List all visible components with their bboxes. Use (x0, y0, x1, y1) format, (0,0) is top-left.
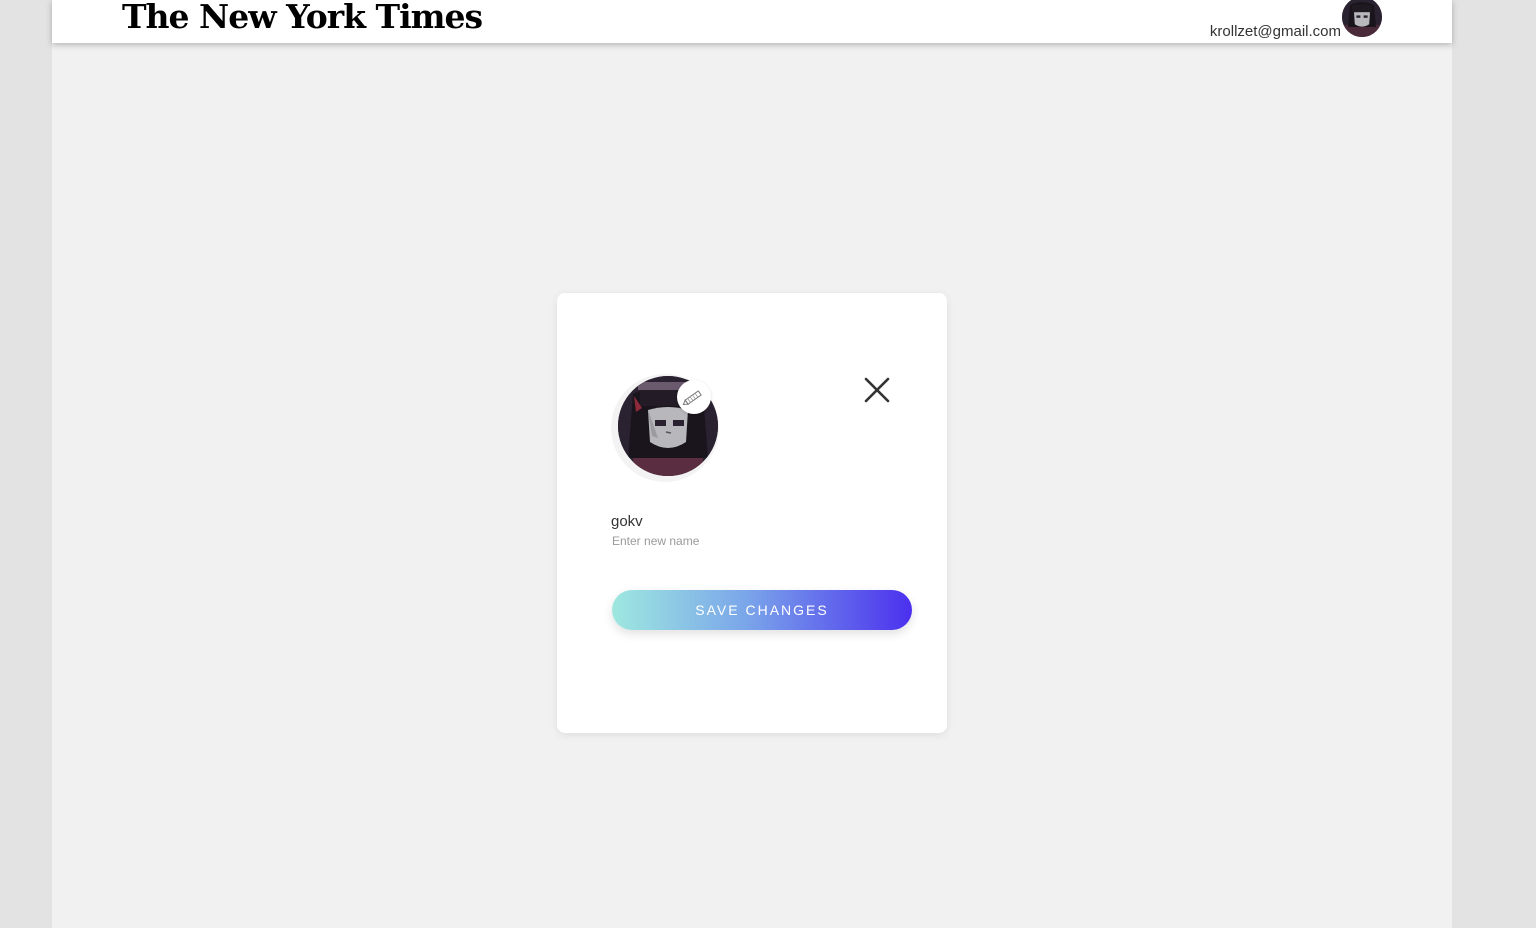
app-root: The New York Times krollzet@gmail.com go… (52, 0, 1452, 928)
name-input[interactable] (611, 510, 901, 532)
edit-avatar-button[interactable] (677, 380, 711, 414)
edit-profile-modal: Enter new name SAVE CHANGES (557, 293, 947, 733)
header-bar: The New York Times krollzet@gmail.com (52, 0, 1452, 43)
user-avatar[interactable] (1342, 0, 1382, 37)
name-hint: Enter new name (612, 534, 700, 548)
avatar-image (1342, 0, 1382, 37)
site-logo[interactable]: The New York Times (122, 0, 483, 37)
pencil-icon (682, 390, 702, 405)
save-changes-button[interactable]: SAVE CHANGES (612, 590, 912, 630)
close-button[interactable] (861, 375, 893, 407)
user-email: krollzet@gmail.com (1209, 23, 1341, 40)
close-icon (864, 377, 890, 403)
